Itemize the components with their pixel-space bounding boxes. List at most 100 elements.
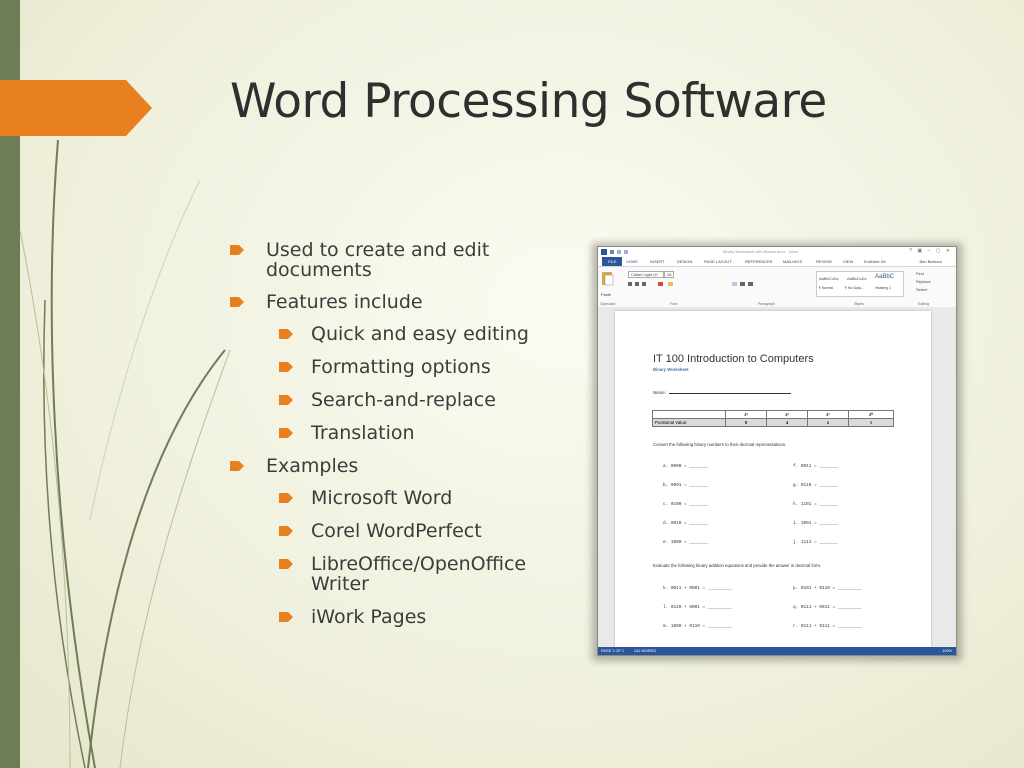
ribbon-tabs: FILE HOME INSERT DESIGN PAGE LAYOUT REFERENCE… [598,257,956,267]
bullet-text: Features include [266,291,423,313]
worksheet-problem: l. 0110 + 0001 = _________ [663,605,732,610]
tab-endnote-x6[interactable]: EndNote X6 [864,259,886,264]
bullet-arrow-icon [279,526,293,536]
doc-subtitle: Binary Worksheet [653,367,689,372]
worksheet-problem: k. 0011 + 0001 = _________ [663,586,732,591]
style-heading1-preview[interactable]: AaBbC [875,274,894,280]
word-count[interactable]: 141 WORDS [634,649,656,653]
doc-title: IT 100 Introduction to Computers [653,353,814,365]
style-normal-preview[interactable]: AaBbCcDc [819,276,839,281]
bullet-item: Corel WordPerfect [228,521,563,541]
bullet-item: LibreOffice/OpenOffice Writer [228,554,563,594]
tab-review[interactable]: REVIEW [816,259,832,264]
bullet-text: Corel WordPerfect [311,520,482,542]
bullet-text: Formatting options [311,356,491,378]
font-name-box[interactable]: Calibri Light (H [628,271,664,278]
bullet-arrow-icon [279,362,293,372]
quick-access-toolbar[interactable] [601,249,639,255]
bullet-text: Quick and easy editing [311,323,529,345]
table-cell: 4 [765,418,808,427]
table-cell: 2 [806,418,849,427]
word-window: Binary Worksheet with Blanks.docx - Word… [597,246,957,656]
worksheet-problem: r. 0111 + 0111 = _________ [793,624,862,629]
bullet-text: Used to create and edit documents [266,239,490,281]
worksheet-problem: g. 0110 = _______ [793,483,838,488]
select-button[interactable]: Select [916,287,927,292]
worksheet-problem: i. 1001 = _______ [793,521,838,526]
bullet-text: Microsoft Word [311,487,453,509]
window-controls[interactable]: ? ▣ – ▢ ✕ [909,248,952,254]
bullet-item: Features include [228,292,563,312]
bullet-item: Formatting options [228,357,563,377]
bullet-item: Translation [228,423,563,443]
group-label: Clipboard [600,302,616,306]
doc-name-line: Name: [653,390,791,395]
bullet-arrow-icon [279,612,293,622]
status-bar: PAGE 1 OF 1 141 WORDS 100% [598,647,956,655]
tab-page-layout[interactable]: PAGE LAYOUT [704,259,732,264]
tab-file[interactable]: FILE [602,257,623,266]
document-page[interactable]: IT 100 Introduction to Computers Binary … [615,311,931,655]
worksheet-problem: h. 1101 = _______ [793,502,838,507]
page-count[interactable]: PAGE 1 OF 1 [601,649,624,653]
tab-view[interactable]: VIEW [843,259,853,264]
table-cell: 1 [847,418,895,427]
name-label: Name: [653,390,666,395]
bullet-text: Examples [266,455,359,477]
bullet-item: Microsoft Word [228,488,563,508]
worksheet-problem: d. 0010 = _______ [663,521,708,526]
user-name[interactable]: Ben Barbour [920,259,942,264]
replace-button[interactable]: Replace [916,279,931,284]
group-label: Paragraph [758,302,775,306]
window-title: Binary Worksheet with Blanks.docx - Word [723,249,799,254]
bullet-arrow-icon [279,428,293,438]
worksheet-problem: j. 1111 = _______ [793,540,838,545]
styles-gallery[interactable]: AaBbCcDc AaBbCcDc AaBbC ¶ Normal ¶ No Sp… [816,271,904,297]
style-name: ¶ No Spac... [845,286,865,290]
slide-title: Word Processing Software [230,74,827,129]
bullet-arrow-icon [279,559,293,569]
bullet-item: Quick and easy editing [228,324,563,344]
tab-home[interactable]: HOME [626,259,638,264]
zoom-level[interactable]: 100% [942,649,952,653]
style-name: ¶ Normal [819,286,834,290]
ribbon: Paste Calibri Light (H 28 AaBbCcDc AaBbC… [598,267,956,308]
worksheet-problem: m. 1000 + 0110 = _________ [663,624,732,629]
bullet-text: LibreOffice/OpenOffice Writer [311,553,527,595]
tab-references[interactable]: REFERENCES [745,259,772,264]
font-size-box[interactable]: 28 [664,271,675,278]
worksheet-problem: b. 0001 = _______ [663,483,708,488]
bullet-arrow-icon [279,395,293,405]
positional-value-table: 2³ 2² 2¹ 2⁰ Positional Value: 8 4 2 1 [652,410,895,427]
bullet-arrow-icon [230,245,244,255]
table-header: 2⁰ [847,410,895,419]
tab-mailings[interactable]: MAILINGS [783,259,802,264]
worksheet-problem: q. 0111 + 0011 = _________ [793,605,862,610]
find-button[interactable]: Find [916,271,924,276]
tab-design[interactable]: DESIGN [677,259,692,264]
table-header: 2¹ [806,410,849,419]
group-label: Styles [854,302,864,306]
paste-icon[interactable] [601,270,615,288]
table-header: 2³ [725,410,767,419]
table-cell: 8 [725,418,767,427]
bullet-arrow-icon [279,329,293,339]
bullet-arrow-icon [279,493,293,503]
tab-insert[interactable]: INSERT [650,259,665,264]
doc-instruction: Evaluate the following binary addition e… [653,563,822,568]
worksheet-problem: c. 0100 = _______ [663,502,708,507]
word-title-bar: Binary Worksheet with Blanks.docx - Word… [598,247,956,257]
paste-label[interactable]: Paste [601,292,611,297]
bullet-item: Examples [228,456,563,476]
bullet-arrow-icon [230,297,244,307]
worksheet-problem: f. 0011 = _______ [793,464,838,469]
bullet-text: iWork Pages [311,606,427,628]
table-header: 2² [765,410,808,419]
style-name: Heading 1 [875,286,891,290]
bullet-item: Search-and-replace [228,390,563,410]
group-label: Font [670,302,678,306]
style-nospacing-preview[interactable]: AaBbCcDc [847,276,867,281]
bullet-text: Search-and-replace [311,389,496,411]
bullet-text: Translation [311,422,415,444]
bullet-arrow-icon [230,461,244,471]
